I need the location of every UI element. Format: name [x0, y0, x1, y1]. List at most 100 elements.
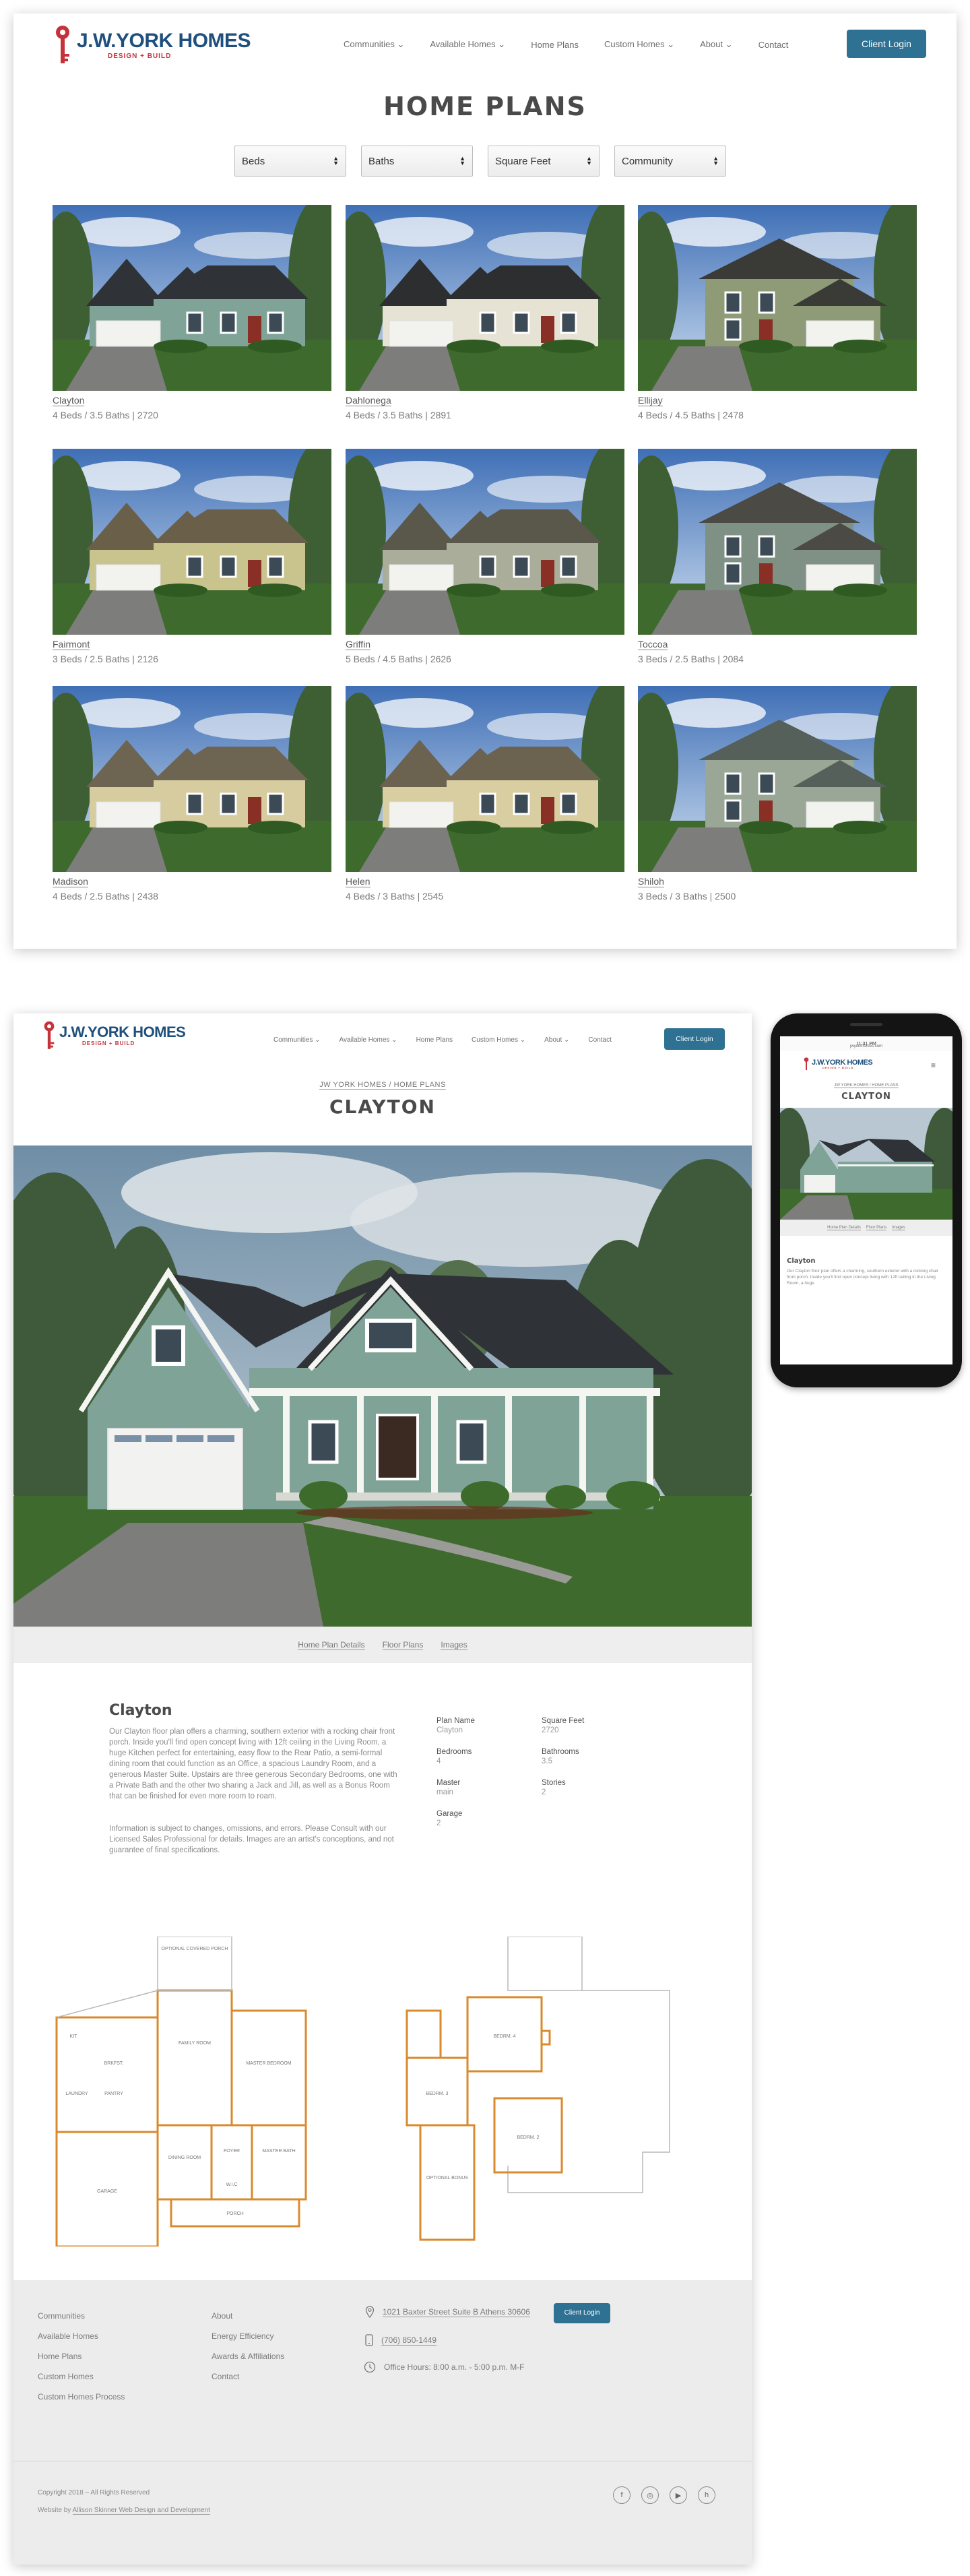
footer-client-login-button[interactable]: Client Login — [554, 2303, 610, 2323]
plan-title: CLAYTON — [329, 1096, 436, 1118]
site-footer: Communities Available Homes Home Plans Cust… — [13, 2280, 752, 2565]
facebook-icon[interactable]: f — [613, 2486, 630, 2504]
room-label: BEDRM. 2 — [517, 2135, 539, 2140]
plan-card[interactable]: Toccoa 3 Beds / 2.5 Baths | 2084 — [638, 449, 917, 664]
plan-name-link[interactable]: Griffin — [346, 639, 371, 650]
plan-name-link[interactable]: Madison — [53, 876, 88, 887]
plan-name-link[interactable]: Toccoa — [638, 639, 668, 650]
hamburger-menu-icon[interactable]: ≡ — [931, 1061, 936, 1070]
phone-plan-heading: Clayton — [787, 1257, 816, 1265]
room-label: BEDRM. 4 — [493, 2034, 515, 2039]
footer-link-contact[interactable]: Contact — [212, 2372, 284, 2381]
plan-thumbnail-image[interactable] — [346, 686, 624, 872]
footer-link-custom-homes-process[interactable]: Custom Homes Process — [38, 2392, 125, 2401]
site-logo[interactable]: J.W.YORK HOMES DESIGN + BUILD — [42, 1020, 186, 1051]
footer-links-primary: Communities Available Homes Home Plans Cust… — [38, 2311, 125, 2412]
plan-thumbnail-image[interactable] — [346, 205, 624, 391]
tab-home-plan-details[interactable]: Home Plan Details — [298, 1640, 365, 1650]
room-label: MASTER BEDROOM — [246, 2061, 291, 2066]
main-floor-plan: OPTIONAL COVERED PORCH KIT BRKFST. FAMILY R… — [55, 1937, 307, 2247]
instagram-icon[interactable]: ◎ — [641, 2486, 659, 2504]
plan-disclaimer: Information is subject to changes, omiss… — [109, 1825, 394, 1854]
plan-thumbnail-image[interactable] — [638, 449, 917, 635]
room-label: BEDRM. 3 — [426, 2092, 448, 2096]
plan-card[interactable]: Shiloh 3 Beds / 3 Baths | 2500 — [638, 686, 917, 902]
footer-link-available-homes[interactable]: Available Homes — [38, 2331, 125, 2341]
plan-name-link[interactable]: Fairmont — [53, 639, 90, 650]
footer-link-awards-affiliations[interactable]: Awards & Affiliations — [212, 2352, 284, 2361]
footer-link-home-plans[interactable]: Home Plans — [38, 2352, 125, 2361]
room-label: LAUNDRY — [65, 2092, 88, 2096]
plan-thumbnail-image[interactable] — [638, 205, 917, 391]
plan-name-link[interactable]: Clayton — [53, 395, 85, 406]
plan-thumbnail-image[interactable] — [53, 449, 331, 635]
spec-square-feet: Square Feet 2720 — [542, 1717, 585, 1734]
plan-card[interactable]: Fairmont 3 Beds / 2.5 Baths | 2126 — [53, 449, 331, 664]
footer-hours: Office Hours: 8:00 a.m. - 5:00 p.m. M-F — [364, 2361, 525, 2373]
footer-phone[interactable]: (706) 850-1449 — [365, 2334, 437, 2346]
footer-links-secondary: About Energy Efficiency Awards & Affiliati… — [212, 2311, 284, 2392]
phone-screen: 11:31 PM jwyorkhomes.com J.W.YORK HOMES D… — [780, 1036, 952, 1364]
phone-detail-tabs: Home Plan Details Floor Plans Images — [780, 1220, 952, 1236]
nav-item-available-homes[interactable]: Available Homes ⌄ — [340, 1036, 397, 1044]
plan-card[interactable]: Dahlonega 4 Beds / 3.5 Baths | 2891 — [346, 205, 624, 420]
plan-name-link[interactable]: Dahlonega — [346, 395, 391, 406]
tab-images[interactable]: Images — [441, 1640, 467, 1650]
spec-bedrooms: Bedrooms 4 — [437, 1748, 472, 1765]
phone-url-bar[interactable]: jwyorkhomes.com — [780, 1044, 952, 1048]
mobile-phone-icon — [365, 2334, 373, 2346]
room-label: OPTIONAL BONUS — [426, 2176, 468, 2180]
plan-name-link[interactable]: Shiloh — [638, 876, 664, 887]
credit-link[interactable]: Allison Skinner Web Design and Developme… — [72, 2507, 210, 2515]
room-label: OPTIONAL COVERED PORCH — [162, 1947, 228, 1951]
phone-speaker — [850, 1023, 882, 1026]
footer-link-about[interactable]: About — [212, 2311, 284, 2321]
plan-thumbnail-image[interactable] — [53, 686, 331, 872]
plan-thumbnail-image[interactable] — [346, 449, 624, 635]
plan-card[interactable]: Griffin 5 Beds / 4.5 Baths | 2626 — [346, 449, 624, 664]
phone-breadcrumb[interactable]: JW YORK HOMES / HOME PLANS — [780, 1083, 952, 1088]
main-nav: Communities ⌄ Available Homes ⌄ Home Plans… — [273, 1036, 612, 1044]
footer-link-communities[interactable]: Communities — [38, 2311, 125, 2321]
tab-home-plan-details[interactable]: Home Plan Details — [827, 1226, 861, 1230]
tab-images[interactable]: Images — [892, 1226, 905, 1230]
plan-summary: 4 Beds / 2.5 Baths | 2438 — [53, 891, 158, 902]
tab-floor-plans[interactable]: Floor Plans — [866, 1226, 887, 1230]
plan-card[interactable]: Madison 4 Beds / 2.5 Baths | 2438 — [53, 686, 331, 902]
phone-plan-text: Our Clayton floor plan offers a charming… — [787, 1269, 938, 1286]
plan-summary: 4 Beds / 3.5 Baths | 2891 — [346, 410, 451, 420]
hero-house-image — [13, 1145, 752, 1627]
plans-grid: Clayton 4 Beds / 3.5 Baths | 2720 Dahlone… — [13, 13, 957, 949]
nav-item-about[interactable]: About ⌄ — [544, 1036, 569, 1044]
plan-card[interactable]: Ellijay 4 Beds / 4.5 Baths | 2478 — [638, 205, 917, 420]
chevron-down-icon: ⌄ — [389, 1036, 397, 1044]
nav-item-communities[interactable]: Communities ⌄ — [273, 1036, 321, 1044]
plan-thumbnail-image[interactable] — [53, 205, 331, 391]
key-logo-icon — [804, 1057, 809, 1070]
nav-item-contact[interactable]: Contact — [588, 1036, 611, 1044]
plan-name-link[interactable]: Ellijay — [638, 395, 663, 406]
room-label: PORCH — [226, 2211, 243, 2216]
plan-summary: 4 Beds / 3 Baths | 2545 — [346, 891, 444, 902]
plan-card[interactable]: Helen 4 Beds / 3 Baths | 2545 — [346, 686, 624, 902]
plan-name-link[interactable]: Helen — [346, 876, 370, 887]
youtube-icon[interactable]: ▶ — [670, 2486, 687, 2504]
nav-item-custom-homes[interactable]: Custom Homes ⌄ — [472, 1036, 525, 1044]
chevron-down-icon: ⌄ — [517, 1036, 526, 1044]
plan-card[interactable]: Clayton 4 Beds / 3.5 Baths | 2720 — [53, 205, 331, 420]
footer-address[interactable]: 1021 Baxter Street Suite B Athens 30606 — [365, 2306, 530, 2318]
spec-plan-name: Plan Name Clayton — [437, 1717, 475, 1734]
footer-link-energy-efficiency[interactable]: Energy Efficiency — [212, 2331, 284, 2341]
tab-floor-plans[interactable]: Floor Plans — [382, 1640, 424, 1650]
plan-thumbnail-image[interactable] — [638, 686, 917, 872]
room-label: DINING ROOM — [168, 2156, 201, 2160]
houzz-icon[interactable]: h — [698, 2486, 715, 2504]
client-login-button[interactable]: Client Login — [664, 1028, 725, 1050]
room-label: MASTER BATH — [262, 2149, 295, 2154]
phone-logo[interactable]: J.W.YORK HOMES DESIGN + BUILD — [803, 1057, 873, 1071]
breadcrumb[interactable]: JW YORK HOMES / HOME PLANS — [13, 1081, 752, 1090]
plan-summary: 3 Beds / 2.5 Baths | 2084 — [638, 654, 744, 664]
spec-stories: Stories 2 — [542, 1779, 566, 1796]
nav-item-home-plans[interactable]: Home Plans — [416, 1036, 453, 1044]
footer-link-custom-homes[interactable]: Custom Homes — [38, 2372, 125, 2381]
